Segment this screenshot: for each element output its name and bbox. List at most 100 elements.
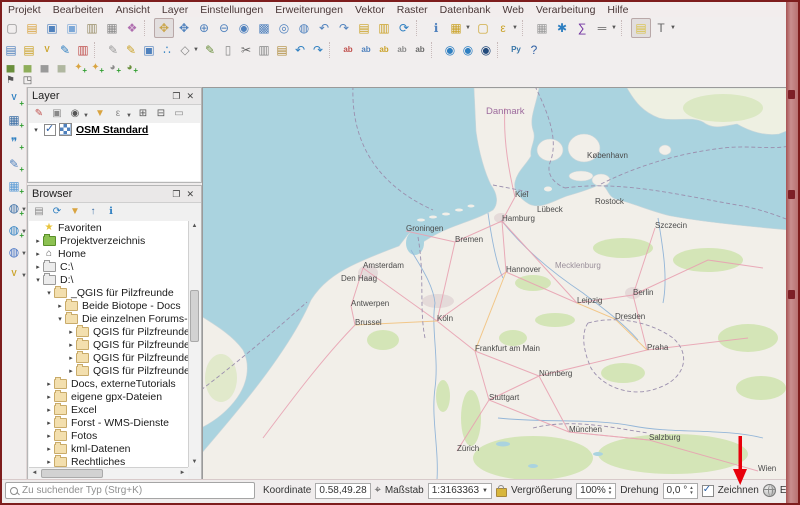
- browser-item[interactable]: ▸eigene gpx-Dateien: [29, 390, 188, 403]
- pan-to-selection-button[interactable]: ✥: [174, 18, 194, 38]
- magnifier-spinbox[interactable]: 100%▲▼: [576, 483, 616, 499]
- extent-icon[interactable]: ⌖: [375, 484, 381, 497]
- zoom-next-button[interactable]: ↷: [334, 18, 354, 38]
- scroll-down-icon[interactable]: ▼: [189, 457, 200, 467]
- highlight-labels-button[interactable]: ab: [375, 40, 393, 60]
- browser-item[interactable]: ▸Rechtliches: [29, 455, 188, 467]
- map-tips-button[interactable]: ▤: [631, 18, 651, 38]
- open-project-button[interactable]: ▤: [22, 18, 42, 38]
- expander-icon[interactable]: ▸: [66, 367, 76, 375]
- deselect-features-button[interactable]: ▢: [473, 18, 493, 38]
- layer-checkbox[interactable]: [44, 124, 56, 136]
- menu-item-einstellungen[interactable]: Einstellungen: [194, 4, 269, 16]
- add-group-button[interactable]: ▣: [48, 106, 66, 123]
- raster-stretch-histogram-button[interactable]: ▅: [2, 61, 19, 75]
- browser-item[interactable]: ▸Projektverzeichnis: [29, 234, 188, 247]
- expander-icon[interactable]: ▸: [33, 250, 43, 258]
- save-layer-edits-button[interactable]: ▣: [140, 40, 158, 60]
- add-virtual-layer-button[interactable]: V▼: [4, 264, 24, 284]
- menu-item-web[interactable]: Web: [496, 4, 529, 16]
- add-raster-layer-button[interactable]: ▦+: [4, 110, 24, 130]
- browser-item[interactable]: ▸QGIS für Pilzfreunde Teil 1 –: [29, 325, 188, 338]
- browser-item[interactable]: ▾Die einzelnen Forums-Beiträge: [29, 312, 188, 325]
- pan-map-button[interactable]: ✥: [154, 18, 174, 38]
- expander-icon[interactable]: ▾: [44, 289, 54, 297]
- expander-icon[interactable]: ▸: [66, 354, 76, 362]
- browser-item[interactable]: ▸Fotos: [29, 429, 188, 442]
- delete-selected-button[interactable]: ▯: [219, 40, 237, 60]
- menu-item-raster[interactable]: Raster: [391, 4, 434, 16]
- filter-legend-button[interactable]: ▼: [91, 106, 109, 123]
- dropdown-icon[interactable]: ▼: [465, 25, 471, 31]
- new-project-button[interactable]: ▢: [2, 18, 22, 38]
- crs-globe-icon[interactable]: [763, 484, 776, 497]
- menu-item-verarbeitung[interactable]: Verarbeitung: [530, 4, 602, 16]
- remove-layer-button[interactable]: ▭: [170, 106, 188, 123]
- browser-item[interactable]: ▾_QGIS für Pilzfreunde: [29, 286, 188, 299]
- close-panel-icon[interactable]: ✕: [183, 91, 197, 102]
- refresh-browser-button[interactable]: ⟳: [48, 204, 66, 221]
- modify-attributes-button[interactable]: ✎: [201, 40, 219, 60]
- zoom-last-button[interactable]: ↶: [314, 18, 334, 38]
- scale-combobox[interactable]: 1:3163363▼: [428, 483, 492, 499]
- dropdown-icon[interactable]: ▼: [193, 47, 199, 53]
- statistical-summary-button[interactable]: ∑: [572, 18, 592, 38]
- paste-style-button[interactable]: ▤: [20, 40, 38, 60]
- save-project-as-button[interactable]: ▣: [62, 18, 82, 38]
- expander-icon[interactable]: ▸: [44, 406, 54, 414]
- select-features-button[interactable]: ▦▼: [446, 18, 466, 38]
- new-virtual-layer-button[interactable]: ◕+: [121, 61, 138, 75]
- scrollbar-thumb[interactable]: [190, 290, 199, 342]
- expander-icon[interactable]: ▸: [44, 458, 54, 466]
- raster-style-button[interactable]: ✎: [56, 40, 74, 60]
- locator-search-input[interactable]: Zu suchender Typ (Strg+K): [5, 482, 255, 499]
- expander-icon[interactable]: ▾: [31, 126, 41, 134]
- layer-name[interactable]: OSM Standard: [76, 124, 148, 136]
- collapse-all-button[interactable]: ↑: [84, 204, 102, 221]
- rotation-spinbox[interactable]: 0,0 °▲▼: [663, 483, 698, 499]
- cut-features-button[interactable]: ✂: [237, 40, 255, 60]
- scrollbar-thumb[interactable]: [41, 469, 103, 478]
- osm-place-search-button[interactable]: ◉: [477, 40, 495, 60]
- coordinate-capture-button[interactable]: ⚑: [2, 74, 19, 88]
- browser-horizontal-scrollbar[interactable]: ◄ ►: [29, 467, 188, 479]
- expander-icon[interactable]: ▾: [33, 276, 43, 284]
- help-button[interactable]: ?: [525, 40, 543, 60]
- expander-icon[interactable]: ▸: [44, 393, 54, 401]
- open-attribute-table-button[interactable]: ▦: [532, 18, 552, 38]
- open-layer-styling-button[interactable]: ✎: [30, 106, 48, 123]
- layout-manager-button[interactable]: ▦: [102, 18, 122, 38]
- new-shapefile-layer-button[interactable]: ✦+: [70, 61, 87, 75]
- menu-item-hilfe[interactable]: Hilfe: [601, 4, 634, 16]
- browser-item[interactable]: ▸Forst - WMS-Dienste: [29, 416, 188, 429]
- redo-button[interactable]: ↷: [309, 40, 327, 60]
- vertex-tool-button[interactable]: ◇▼: [176, 40, 194, 60]
- raster-local-cumulative-button[interactable]: ▅: [53, 61, 70, 75]
- dropdown-icon[interactable]: ▼: [126, 113, 132, 119]
- menu-item-ansicht[interactable]: Ansicht: [109, 4, 155, 16]
- lock-scale-icon[interactable]: [496, 488, 507, 497]
- layer-tree-row[interactable]: ▾ OSM Standard: [29, 123, 200, 136]
- render-checkbox[interactable]: [702, 485, 714, 497]
- toggle-editing-button[interactable]: ✎: [122, 40, 140, 60]
- expander-icon[interactable]: ▸: [66, 341, 76, 349]
- layer-diagram-button[interactable]: ab: [357, 40, 375, 60]
- browser-vertical-scrollbar[interactable]: ▲ ▼: [188, 221, 200, 467]
- expander-icon[interactable]: ▸: [33, 237, 43, 245]
- menu-item-projekt[interactable]: Projekt: [2, 4, 47, 16]
- close-panel-icon[interactable]: ✕: [183, 189, 197, 200]
- new-print-layout-button[interactable]: ▥: [82, 18, 102, 38]
- add-wms-layer-button[interactable]: ◍+▼: [4, 198, 24, 218]
- new-bookmark-button[interactable]: ▤: [354, 18, 374, 38]
- expander-icon[interactable]: ▸: [66, 328, 76, 336]
- show-bookmarks-button[interactable]: ▥: [374, 18, 394, 38]
- menu-item-bearbeiten[interactable]: Bearbeiten: [47, 4, 110, 16]
- manage-map-themes-button[interactable]: ◉▼: [66, 106, 84, 123]
- expander-icon[interactable]: ▸: [44, 432, 54, 440]
- zoom-native-button[interactable]: ◉: [234, 18, 254, 38]
- measure-button[interactable]: ═▼: [592, 18, 612, 38]
- scroll-right-icon[interactable]: ►: [177, 468, 188, 479]
- filter-by-expression-button[interactable]: ε▼: [109, 106, 127, 123]
- data-source-manager-button[interactable]: ▥: [74, 40, 92, 60]
- scroll-up-icon[interactable]: ▲: [189, 221, 200, 231]
